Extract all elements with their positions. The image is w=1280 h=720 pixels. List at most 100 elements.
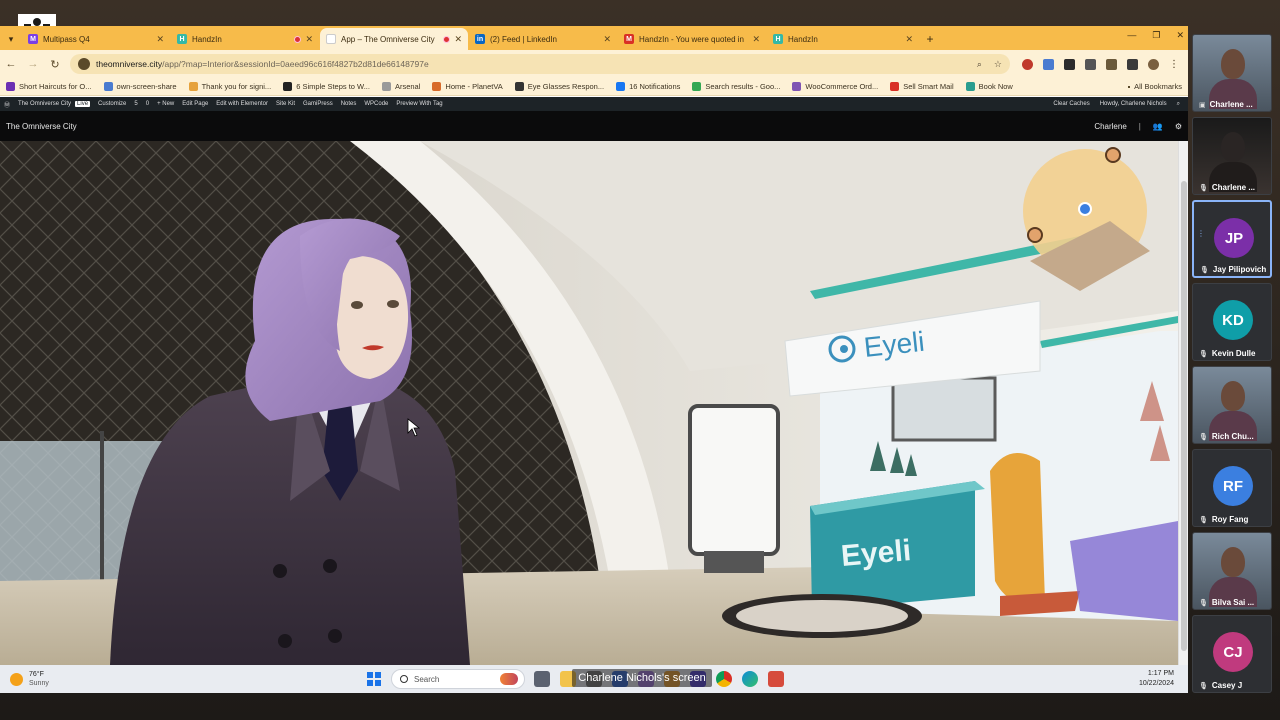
browser-tab[interactable]: H HandzIn ✕: [767, 28, 919, 50]
scrollbar-thumb[interactable]: [1181, 181, 1187, 651]
participant-tile[interactable]: 🎙 Bilva Sai ...: [1192, 532, 1272, 610]
system-clock[interactable]: 1:17 PM 10/22/2024: [1139, 669, 1174, 689]
bookmark-item[interactable]: Arsenal: [381, 82, 420, 91]
back-icon[interactable]: ←: [0, 58, 22, 70]
tab-title: Multipass Q4: [43, 34, 90, 44]
bookmarks-bar: Short Haircuts for O... own-screen-share T…: [0, 78, 1188, 96]
browser-tab-active[interactable]: App – The Omniverse City ✕: [320, 28, 468, 50]
download-icon[interactable]: [1127, 58, 1138, 70]
wp-updates-count[interactable]: 5: [134, 101, 137, 107]
current-user-name: Charlene: [1094, 121, 1127, 131]
bookmark-label: Home - PlanetVA: [445, 82, 503, 91]
extension-icon[interactable]: [1064, 58, 1075, 70]
bookmark-favicon-icon: [381, 82, 391, 91]
extension-icon[interactable]: [1043, 58, 1054, 70]
wp-gamipress[interactable]: GamiPress: [303, 101, 333, 107]
extensions-puzzle-icon[interactable]: [1106, 58, 1117, 70]
bookmark-item[interactable]: WooCommerce Ord...: [792, 82, 878, 91]
task-view-icon[interactable]: [534, 671, 550, 687]
tab-close-icon[interactable]: ✕: [752, 34, 760, 45]
reload-icon[interactable]: ↻: [44, 58, 66, 71]
wp-comments-count[interactable]: 0: [146, 101, 149, 107]
bookmark-item[interactable]: Search results - Goo...: [692, 82, 780, 91]
tab-favicon-icon: in: [475, 34, 485, 44]
more-options-icon[interactable]: ⋮: [1197, 230, 1205, 246]
profile-icon[interactable]: [1148, 58, 1159, 70]
tab-title: App – The Omniverse City: [341, 34, 435, 44]
wp-new[interactable]: + New: [157, 101, 174, 107]
wp-edit-elementor[interactable]: Edit with Elementor: [216, 101, 268, 107]
browser-tab[interactable]: M Multipass Q4 ✕: [22, 28, 170, 50]
wp-customize[interactable]: Customize: [98, 101, 126, 107]
bookmark-item[interactable]: 6 Simple Steps to W...: [283, 82, 370, 91]
zoom-icon[interactable]: ⌕: [977, 59, 982, 70]
bookmark-item[interactable]: Eye Glasses Respon...: [514, 82, 604, 91]
wp-howdy-user[interactable]: Howdy, Charlene Nichols: [1100, 101, 1167, 108]
browser-tab[interactable]: in (2) Feed | LinkedIn ✕: [469, 28, 617, 50]
participant-tile[interactable]: 🎙 Charlene ...: [1192, 117, 1272, 195]
tab-close-icon[interactable]: ✕: [454, 34, 462, 45]
extension-icon[interactable]: [1085, 58, 1096, 70]
forward-icon[interactable]: →: [22, 58, 44, 70]
restore-icon[interactable]: ❐: [1152, 30, 1160, 41]
bookmark-item[interactable]: Short Haircuts for O...: [6, 82, 92, 91]
wp-wpcode[interactable]: WPCode: [364, 101, 388, 107]
mic-muted-icon: 🎙: [1199, 599, 1208, 607]
menu-kebab-icon[interactable]: ⋮: [1169, 59, 1179, 70]
wp-site-kit[interactable]: Site Kit: [276, 101, 295, 107]
windows-start-icon[interactable]: [367, 672, 381, 686]
new-tab-button[interactable]: +: [920, 28, 940, 50]
site-info-icon[interactable]: [78, 58, 90, 70]
3d-viewport[interactable]: Eyeli Eyeli: [0, 141, 1178, 665]
wp-site-name[interactable]: The Omniverse City: [18, 101, 71, 107]
settings-gear-icon[interactable]: ⚙: [1175, 122, 1182, 131]
address-bar[interactable]: theomniverse.city /app/?map=Interior&ses…: [70, 54, 1010, 74]
participant-tile[interactable]: 🎙 Rich Chu...: [1192, 366, 1272, 444]
wp-preview-tag[interactable]: Preview With Tag: [396, 101, 442, 107]
store-sign-text: Eyeli: [862, 326, 926, 363]
wp-clear-caches[interactable]: Clear Caches: [1053, 101, 1089, 108]
wp-notes[interactable]: Notes: [341, 101, 357, 107]
bookmark-item[interactable]: Book Now: [965, 82, 1013, 91]
bookmark-item[interactable]: Sell Smart Mail: [890, 82, 954, 91]
edge-icon[interactable]: [742, 671, 758, 687]
tab-close-icon[interactable]: ✕: [156, 34, 164, 45]
person-silhouette: [1221, 49, 1245, 79]
participant-tile[interactable]: JP ⋮ 🎙 Jay Pilipovich: [1192, 200, 1272, 278]
tab-close-icon[interactable]: ✕: [305, 34, 313, 45]
tab-search-icon[interactable]: ▾: [0, 28, 22, 50]
bookmark-item[interactable]: Home - PlanetVA: [432, 82, 503, 91]
participant-tile[interactable]: RF 🎙 Roy Fang: [1192, 449, 1272, 527]
tab-close-icon[interactable]: ✕: [603, 34, 611, 45]
bookmark-item[interactable]: Thank you for signi...: [188, 82, 271, 91]
participants-icon[interactable]: 👥: [1153, 122, 1163, 131]
bookmark-star-icon[interactable]: ☆: [994, 59, 1002, 70]
tab-favicon-icon: H: [177, 34, 187, 44]
bookmark-item[interactable]: own-screen-share: [103, 82, 177, 91]
browser-tab[interactable]: H HandzIn ✕: [171, 28, 319, 50]
close-window-icon[interactable]: ✕: [1176, 30, 1184, 41]
participant-tile[interactable]: KD 🎙 Kevin Dulle: [1192, 283, 1272, 361]
wp-edit-page[interactable]: Edit Page: [182, 101, 208, 107]
taskbar-search[interactable]: Search: [391, 669, 525, 689]
all-bookmarks-button[interactable]: All Bookmarks: [1128, 82, 1182, 91]
tab-favicon-icon: [326, 34, 336, 44]
participant-tile[interactable]: ▣ Charlene ...: [1192, 34, 1272, 112]
page-scrollbar[interactable]: [1178, 141, 1188, 665]
mic-muted-icon: 🎙: [1199, 184, 1208, 192]
minimize-icon[interactable]: —: [1127, 30, 1136, 41]
extension-icon[interactable]: [1022, 58, 1033, 70]
wp-search-icon[interactable]: ⌕: [1177, 101, 1180, 108]
url-host: theomniverse.city: [96, 59, 163, 69]
weather-widget[interactable]: 76°F Sunny: [10, 670, 49, 688]
chrome-icon[interactable]: [716, 671, 732, 687]
participant-tile[interactable]: CJ 🎙 Casey J: [1192, 615, 1272, 693]
app-icon[interactable]: [768, 671, 784, 687]
search-icon: [400, 675, 408, 683]
browser-tab[interactable]: M HandzIn - You were quoted in ✕: [618, 28, 766, 50]
sun-icon: [10, 672, 23, 686]
wp-logo-icon[interactable]: Ⓦ: [4, 100, 10, 109]
tab-close-icon[interactable]: ✕: [905, 34, 913, 45]
browser-toolbar: ← → ↻ theomniverse.city /app/?map=Interi…: [0, 50, 1188, 78]
bookmark-item[interactable]: 16 Notifications: [616, 82, 680, 91]
